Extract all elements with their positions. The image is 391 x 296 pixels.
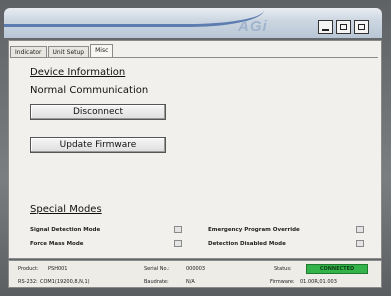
close-button[interactable] (354, 20, 369, 34)
serial-label: Serial No.: (144, 266, 170, 272)
communication-status: Normal Communication (30, 85, 149, 96)
title-swoosh (4, 10, 264, 27)
detection-disabled-checkbox[interactable] (356, 240, 364, 247)
emergency-override-checkbox[interactable] (356, 226, 364, 233)
force-mass-checkbox[interactable] (174, 240, 182, 247)
detection-disabled-label: Detection Disabled Mode (208, 241, 286, 247)
minimize-button[interactable] (318, 20, 333, 34)
signal-detection-label: Signal Detection Mode (30, 227, 101, 233)
firmware-label: Firmware: (270, 279, 295, 285)
disconnect-button[interactable]: Disconnect (30, 104, 166, 120)
tab-indicator[interactable]: Indicator (10, 46, 47, 57)
device-info-heading: Device Information (30, 67, 126, 78)
connection-status-badge: CONNECTED (306, 264, 368, 274)
firmware-value: 01.00R,01.003 (300, 279, 337, 285)
tab-unit-setup[interactable]: Unit Setup (47, 46, 90, 57)
baudrate-value: N/A (186, 279, 195, 285)
brand-logo: AGi (238, 18, 268, 35)
restore-button[interactable] (336, 20, 351, 34)
restore-icon (340, 24, 347, 30)
close-icon (358, 24, 365, 30)
update-firmware-button[interactable]: Update Firmware (30, 137, 166, 153)
status-label: Status: (274, 266, 292, 272)
special-modes-heading: Special Modes (30, 204, 102, 215)
minimize-icon (322, 29, 329, 31)
tab-misc[interactable]: Misc (90, 44, 114, 58)
port-label: RS-232: (18, 279, 38, 285)
port-value: COM1(19200,8,N,1) (40, 279, 90, 285)
tab-content-divider (10, 57, 378, 58)
signal-detection-checkbox[interactable] (174, 226, 182, 233)
tab-bar: Indicator Unit Setup Misc (10, 44, 114, 58)
product-value: PSH001 (48, 266, 68, 272)
product-label: Product: (18, 266, 39, 272)
force-mass-label: Force Mass Mode (30, 241, 84, 247)
baudrate-label: Baudrate: (144, 279, 169, 285)
emergency-override-label: Emergency Program Override (208, 227, 300, 233)
serial-value: 000003 (186, 266, 206, 272)
